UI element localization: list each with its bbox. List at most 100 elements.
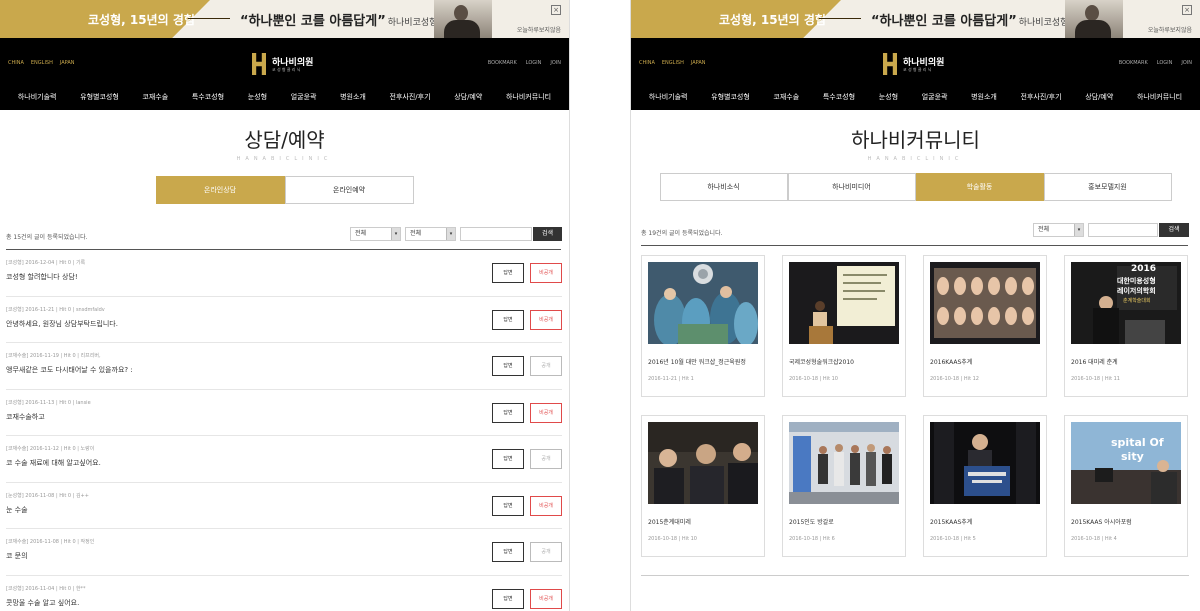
reply-button[interactable]: 답변: [492, 356, 524, 376]
card-title[interactable]: 2015춘계대미레: [648, 517, 691, 526]
gallery-card[interactable]: 국제코성형술워크샵2010 2016-10-18 | Hit 10: [782, 255, 906, 397]
field-select[interactable]: 전체 ▾: [405, 227, 456, 241]
bookmark-link[interactable]: BOOKMARK: [488, 60, 517, 66]
category-select[interactable]: 전체 ▾: [1033, 223, 1084, 237]
tab-academic[interactable]: 학술활동: [915, 173, 1044, 201]
post-subject[interactable]: 코성형 할려합니다 상담!: [6, 272, 78, 282]
tab-model-apply[interactable]: 홍보모델지원: [1043, 173, 1172, 201]
post-subject[interactable]: 코 수술 재료에 대해 알고싶어요.: [6, 458, 101, 468]
list-item[interactable]: [코재수술] 2016-11-19 | Hit 0 | 리프리버, 앵무새같은 …: [6, 343, 562, 390]
join-link[interactable]: JOIN: [550, 60, 561, 66]
close-icon[interactable]: ×: [551, 5, 561, 15]
nav-item[interactable]: 전후사진/후기: [1021, 92, 1062, 102]
reply-button[interactable]: 답변: [492, 588, 524, 609]
bookmark-link[interactable]: BOOKMARK: [1119, 60, 1148, 66]
gallery-card[interactable]: 2015춘계대미레 2016-10-18 | Hit 10: [641, 415, 765, 557]
join-link[interactable]: JOIN: [1181, 60, 1192, 66]
category-select[interactable]: 전체 ▾: [350, 227, 401, 241]
search-input[interactable]: [460, 227, 532, 241]
tab-hanabi-media[interactable]: 하나비미디어: [787, 173, 916, 201]
tab-online-consult[interactable]: 온라인상담: [155, 176, 285, 204]
nav-item[interactable]: 전후사진/후기: [390, 92, 431, 102]
private-badge[interactable]: 비공개: [530, 402, 562, 423]
lang-china[interactable]: CHINA: [8, 60, 24, 66]
photo-lecture[interactable]: [789, 262, 899, 344]
reply-button[interactable]: 답변: [492, 449, 524, 469]
promo-banner[interactable]: 코성형, 15년의 경험 “하나뿐인 코를 아름답게” 하나비코성형클리닉 × 오…: [0, 0, 569, 38]
post-subject[interactable]: 코재수술하고: [6, 412, 45, 422]
list-item[interactable]: [코성형] 2016-11-04 | Hit 0 | 한** 콧망울 수술 알고…: [6, 576, 562, 611]
post-subject[interactable]: 앵무새같은 코도 다시태어날 수 있을까요? :: [6, 365, 133, 375]
reply-button[interactable]: 답변: [492, 309, 524, 330]
nav-item[interactable]: 유형별코성형: [80, 92, 119, 102]
gallery-card[interactable]: spital Of sity 2015KAAS 아시아포럼 2016-10-18…: [1064, 415, 1188, 557]
nav-item[interactable]: 하나비기술력: [18, 92, 57, 102]
card-title[interactable]: 2015KAAS 아시아포럼: [1071, 517, 1132, 526]
nav-item[interactable]: 상담/예약: [1085, 92, 1113, 102]
photo-conference-speaker[interactable]: 2016 대한미용성형 레이저의학회 춘계학술대회: [1071, 262, 1181, 344]
photo-podium[interactable]: [930, 422, 1040, 504]
card-title[interactable]: 국제코성형술워크샵2010: [789, 357, 854, 366]
login-link[interactable]: LOGIN: [526, 60, 542, 66]
photo-group[interactable]: [789, 422, 899, 504]
close-icon[interactable]: ×: [1182, 5, 1192, 15]
nav-item[interactable]: 얼굴윤곽: [291, 92, 317, 102]
tab-online-reservation[interactable]: 온라인예약: [284, 176, 414, 204]
reply-button[interactable]: 답변: [492, 495, 524, 516]
nav-item[interactable]: 얼굴윤곽: [922, 92, 948, 102]
post-subject[interactable]: 콧망울 수술 알고 싶어요.: [6, 598, 79, 608]
post-subject[interactable]: 코 문의: [6, 551, 28, 561]
card-title[interactable]: 2015인도 방갈로: [789, 517, 834, 526]
nav-item[interactable]: 코재수술: [773, 92, 799, 102]
login-link[interactable]: LOGIN: [1157, 60, 1173, 66]
photo-surgery[interactable]: [648, 262, 758, 344]
list-item[interactable]: [코재수술] 2016-11-12 | Hit 0 | 노랑이 코 수술 재료에…: [6, 436, 562, 483]
nav-item[interactable]: 하나비기술력: [649, 92, 688, 102]
private-badge[interactable]: 비공개: [530, 495, 562, 516]
lang-china[interactable]: CHINA: [639, 60, 655, 66]
private-badge[interactable]: 비공개: [530, 588, 562, 609]
private-badge[interactable]: 비공개: [530, 263, 562, 283]
public-badge[interactable]: 공개: [530, 356, 562, 376]
post-subject[interactable]: 안녕하세요, 원장님 상담부탁드립니다.: [6, 319, 118, 329]
nav-item[interactable]: 병원소개: [340, 92, 366, 102]
reply-button[interactable]: 답변: [492, 402, 524, 423]
nav-item[interactable]: 하나비커뮤니티: [1137, 92, 1182, 102]
reply-button[interactable]: 답변: [492, 542, 524, 562]
banner-hide-today[interactable]: 오늘하루보지않음: [1148, 25, 1192, 34]
site-logo[interactable]: 하나비의원 코 성 형 클 리 닉: [252, 53, 316, 77]
reply-button[interactable]: 답변: [492, 263, 524, 283]
lang-japan[interactable]: JAPAN: [60, 60, 75, 66]
tab-hanabi-news[interactable]: 하나비소식: [659, 173, 788, 201]
nav-item[interactable]: 상담/예약: [454, 92, 482, 102]
nav-item[interactable]: 눈성형: [248, 92, 267, 102]
list-item[interactable]: [코성형] 2016-11-21 | Hit 0 | snsdmfaldv 안녕…: [6, 297, 562, 343]
photo-forum[interactable]: spital Of sity: [1071, 422, 1181, 504]
gallery-card[interactable]: 2015인도 방갈로 2016-10-18 | Hit 6: [782, 415, 906, 557]
card-title[interactable]: 2016 대미레 춘계: [1071, 357, 1118, 366]
list-item[interactable]: [눈성형] 2016-11-08 | Hit 0 | 김++ 눈 수술 답변 비…: [6, 483, 562, 529]
promo-banner[interactable]: 코성형, 15년의 경험 “하나뿐인 코를 아름답게” 하나비코성형클리닉 × 오…: [631, 0, 1200, 38]
nav-item[interactable]: 코재수술: [142, 92, 168, 102]
gallery-card[interactable]: 2015KAAS추계 2016-10-18 | Hit 5: [923, 415, 1047, 557]
photo-face-grid[interactable]: [930, 262, 1040, 344]
nav-item[interactable]: 병원소개: [971, 92, 997, 102]
list-item[interactable]: [코성형] 2016-11-13 | Hit 0 | lansie 코재수술하고…: [6, 390, 562, 436]
site-logo[interactable]: 하나비의원 코 성 형 클 리 닉: [883, 53, 947, 77]
list-item[interactable]: [코재수술] 2016-11-08 | Hit 0 | 작정인 코 문의 답변 …: [6, 529, 562, 576]
photo-panel-speakers[interactable]: [648, 422, 758, 504]
nav-item[interactable]: 유형별코성형: [711, 92, 750, 102]
lang-english[interactable]: ENGLISH: [662, 60, 684, 66]
gallery-card[interactable]: 2016KAAS추계 2016-10-18 | Hit 12: [923, 255, 1047, 397]
nav-item[interactable]: 눈성형: [879, 92, 898, 102]
banner-hide-today[interactable]: 오늘하루보지않음: [517, 25, 561, 34]
public-badge[interactable]: 공개: [530, 542, 562, 562]
card-title[interactable]: 2016년 10월 대만 워크샵_정근육원정: [648, 357, 746, 366]
search-input[interactable]: [1088, 223, 1158, 237]
private-badge[interactable]: 비공개: [530, 309, 562, 330]
card-title[interactable]: 2016KAAS추계: [930, 357, 972, 366]
post-subject[interactable]: 눈 수술: [6, 505, 28, 515]
nav-item[interactable]: 특수코성형: [192, 92, 224, 102]
gallery-card[interactable]: 2016 대한미용성형 레이저의학회 춘계학술대회 2016 대미레 춘계 20…: [1064, 255, 1188, 397]
search-button[interactable]: 검색: [533, 227, 562, 241]
